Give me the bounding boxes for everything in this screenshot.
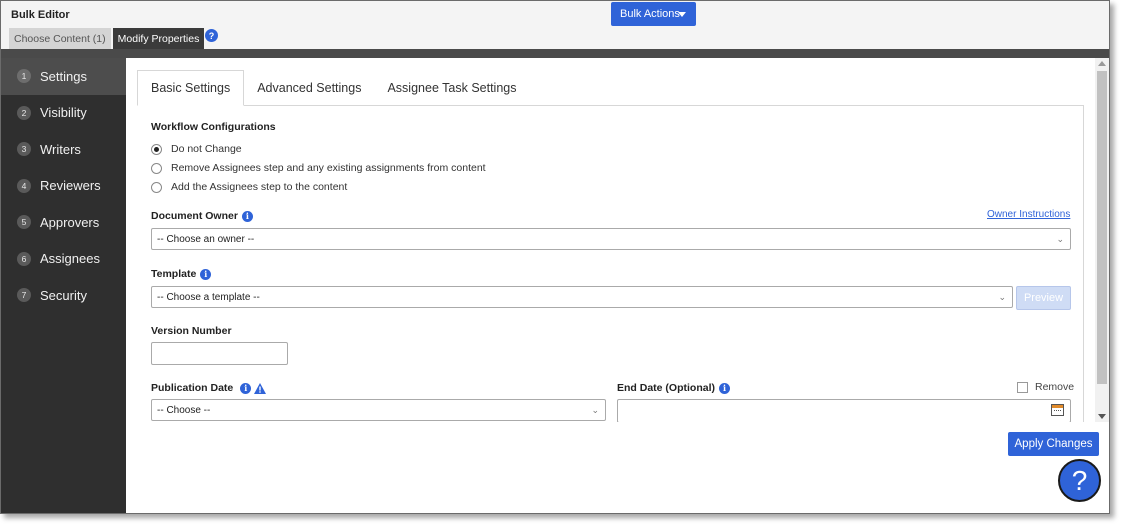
workflow-title: Workflow Configurations xyxy=(151,121,276,133)
radio-label: Do not Change xyxy=(171,143,242,155)
sidebar: 1 Settings 2 Visibility 3 Writers 4 Revi… xyxy=(1,58,126,513)
basic-settings-panel: Workflow Configurations Do not Change Re… xyxy=(137,105,1084,422)
scroll-up-arrow-icon[interactable] xyxy=(1098,61,1106,66)
radio-remove-assignees[interactable]: Remove Assignees step and any existing a… xyxy=(151,162,486,174)
version-number-text: Version Number xyxy=(151,325,232,337)
step-number: 4 xyxy=(17,178,31,193)
end-date-input[interactable] xyxy=(617,399,1071,422)
radio-label: Add the Assignees step to the content xyxy=(171,181,348,193)
radio-button[interactable] xyxy=(151,143,162,155)
publication-date-text: Publication Date xyxy=(151,382,234,394)
end-date-text: End Date (Optional) xyxy=(617,382,715,394)
version-number-label: Version Number xyxy=(151,325,232,337)
settings-scroll-area: Basic Settings Advanced Settings Assigne… xyxy=(126,58,1109,422)
step-number: 7 xyxy=(17,288,31,303)
radio-button[interactable] xyxy=(151,162,162,174)
template-select-value: -- Choose a template -- xyxy=(157,291,260,303)
app-title: Bulk Editor xyxy=(11,9,70,21)
chevron-down-icon: ⌄ xyxy=(591,405,599,415)
radio-label: Remove Assignees step and any existing a… xyxy=(171,162,486,174)
tab-basic-settings[interactable]: Basic Settings xyxy=(137,70,245,106)
help-question-icon[interactable]: ? xyxy=(1058,459,1101,502)
info-icon[interactable]: i xyxy=(719,382,730,394)
template-text: Template xyxy=(151,268,197,280)
sidebar-item-settings[interactable]: 1 Settings xyxy=(1,58,126,95)
sidebar-item-label: Assignees xyxy=(40,251,100,267)
publication-date-label: Publication Date i xyxy=(151,382,267,394)
radio-add-assignees[interactable]: Add the Assignees step to the content xyxy=(151,181,347,193)
scroll-thumb[interactable] xyxy=(1097,71,1107,384)
publication-date-select[interactable]: -- Choose -- ⌄ xyxy=(151,399,606,421)
end-date-label: End Date (Optional) i xyxy=(617,382,730,394)
sidebar-item-label: Security xyxy=(40,287,87,303)
sidebar-item-label: Approvers xyxy=(40,214,100,230)
tab-advanced-settings[interactable]: Advanced Settings xyxy=(244,70,374,106)
sidebar-item-security[interactable]: 7 Security xyxy=(1,277,126,314)
sidebar-item-label: Visibility xyxy=(40,105,87,121)
sidebar-item-label: Reviewers xyxy=(40,178,101,194)
preview-button[interactable]: Preview xyxy=(1016,286,1071,310)
version-number-input[interactable] xyxy=(151,342,288,365)
header-tabs: Choose Content (1) Modify Properties xyxy=(9,28,206,49)
sidebar-item-approvers[interactable]: 5 Approvers xyxy=(1,204,126,241)
step-number: 3 xyxy=(17,142,31,157)
bulk-actions-button[interactable]: Bulk Actions xyxy=(611,2,696,26)
owner-select-value: -- Choose an owner -- xyxy=(157,233,255,245)
remove-label: Remove xyxy=(1035,381,1075,393)
workflow-configurations-heading: Workflow Configurations xyxy=(151,121,276,133)
step-number: 5 xyxy=(17,215,31,230)
radio-do-not-change[interactable]: Do not Change xyxy=(151,143,242,155)
sidebar-item-label: Writers xyxy=(40,141,81,157)
info-icon[interactable]: i xyxy=(200,268,212,280)
chevron-down-icon: ⌄ xyxy=(998,292,1006,302)
caret-down-icon xyxy=(678,12,686,17)
help-icon[interactable]: ? xyxy=(205,29,218,42)
document-owner-label: Document Owner i xyxy=(151,210,253,222)
info-icon[interactable]: i xyxy=(241,210,253,222)
header: Bulk Editor Bulk Actions Choose Content … xyxy=(1,1,1109,49)
radio-button[interactable] xyxy=(151,181,162,193)
sidebar-item-label: Settings xyxy=(40,68,87,84)
bulk-editor-window: Bulk Editor Bulk Actions Choose Content … xyxy=(0,0,1110,514)
scroll-down-arrow-icon[interactable] xyxy=(1098,414,1106,419)
publication-select-value: -- Choose -- xyxy=(157,404,211,416)
template-select[interactable]: -- Choose a template -- ⌄ xyxy=(151,286,1013,308)
sidebar-item-visibility[interactable]: 2 Visibility xyxy=(1,95,126,132)
calendar-icon[interactable] xyxy=(1051,404,1064,416)
step-number: 6 xyxy=(17,251,31,266)
remove-end-date-checkbox[interactable]: Remove xyxy=(1017,381,1074,393)
sidebar-item-writers[interactable]: 3 Writers xyxy=(1,131,126,168)
apply-changes-button[interactable]: Apply Changes xyxy=(1008,432,1099,456)
template-label: Template i xyxy=(151,268,212,280)
sidebar-item-assignees[interactable]: 6 Assignees xyxy=(1,241,126,278)
bulk-actions-label: Bulk Actions xyxy=(620,8,680,20)
warning-icon[interactable] xyxy=(254,382,267,394)
tab-choose-content[interactable]: Choose Content (1) xyxy=(9,28,111,49)
info-icon[interactable]: i xyxy=(240,382,252,394)
owner-instructions-link[interactable]: Owner Instructions xyxy=(987,209,1070,220)
document-owner-select[interactable]: -- Choose an owner -- ⌄ xyxy=(151,228,1071,250)
step-number: 2 xyxy=(17,105,31,120)
step-number: 1 xyxy=(17,69,31,84)
tab-modify-properties[interactable]: Modify Properties xyxy=(112,28,205,49)
header-divider xyxy=(1,49,1109,58)
main-content: Basic Settings Advanced Settings Assigne… xyxy=(126,58,1109,513)
document-owner-text: Document Owner xyxy=(151,210,238,222)
scrollbar[interactable] xyxy=(1095,58,1109,422)
chevron-down-icon: ⌄ xyxy=(1056,234,1064,244)
tab-assignee-task-settings[interactable]: Assignee Task Settings xyxy=(374,70,529,106)
checkbox[interactable] xyxy=(1017,381,1028,393)
settings-tabs: Basic Settings Advanced Settings Assigne… xyxy=(137,70,529,106)
sidebar-item-reviewers[interactable]: 4 Reviewers xyxy=(1,168,126,205)
